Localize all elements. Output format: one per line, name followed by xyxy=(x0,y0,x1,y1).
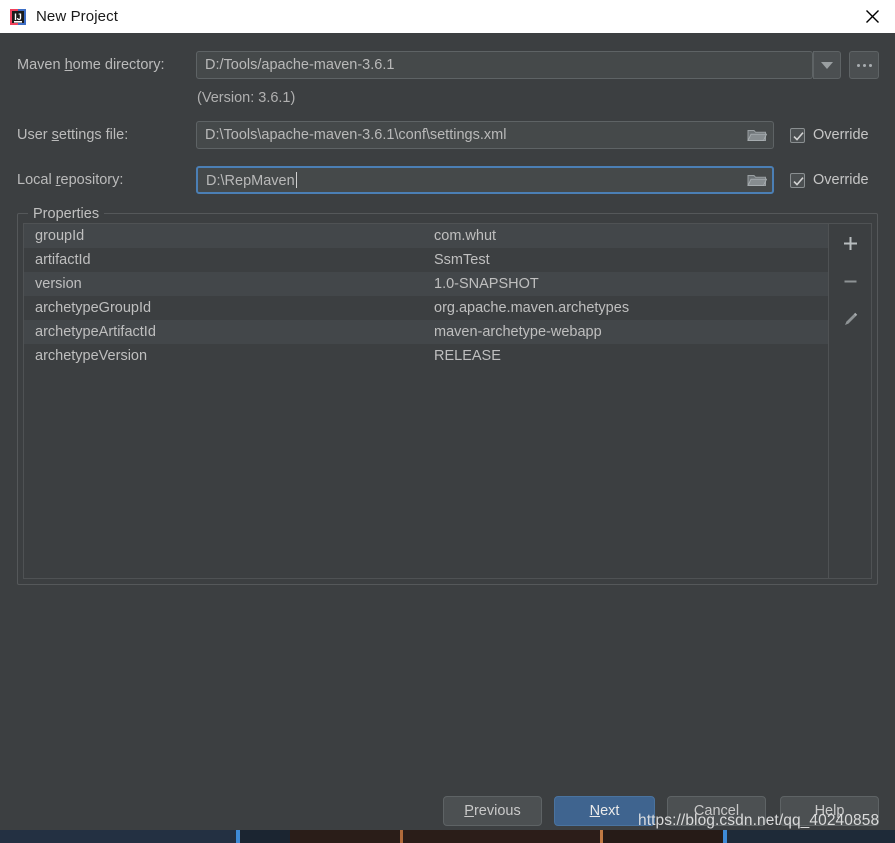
local-repository-label-row: Local repository: xyxy=(17,166,123,194)
property-key: archetypeArtifactId xyxy=(35,324,156,340)
dot-2 xyxy=(862,63,866,67)
property-value: 1.0-SNAPSHOT xyxy=(434,276,539,292)
new-project-dialog-window: IJ New Project Maven home directory: D:/… xyxy=(0,0,895,843)
user-settings-label: User settings file: xyxy=(17,127,129,143)
window-title: New Project xyxy=(36,8,118,25)
folder-icon[interactable] xyxy=(746,126,768,144)
maven-home-browse-button[interactable] xyxy=(849,51,879,79)
taskbar-segment xyxy=(470,830,600,843)
taskbar-segment xyxy=(240,830,290,843)
chevron-down-icon xyxy=(821,61,833,69)
properties-table[interactable]: groupId com.whut artifactId SsmTest version 1… xyxy=(24,224,828,578)
property-key: version xyxy=(35,276,82,292)
watermark-url: https://blog.csdn.net/qq_40240858 xyxy=(638,812,880,829)
property-key: archetypeGroupId xyxy=(35,300,152,316)
pencil-icon[interactable] xyxy=(837,306,863,332)
property-value: maven-archetype-webapp xyxy=(434,324,602,340)
dot-1 xyxy=(856,63,860,67)
taskbar-segment xyxy=(603,830,723,843)
user-settings-override-checkbox-wrap[interactable]: Override xyxy=(790,127,869,143)
local-repository-override-checkbox[interactable] xyxy=(790,172,805,188)
properties-group-title: Properties xyxy=(28,206,105,222)
property-value: SsmTest xyxy=(434,252,490,268)
table-row[interactable]: archetypeArtifactId maven-archetype-webap… xyxy=(24,320,828,344)
folder-icon[interactable] xyxy=(746,171,768,189)
close-icon[interactable] xyxy=(849,0,895,33)
local-repository-label: Local repository: xyxy=(17,172,124,188)
property-value: com.whut xyxy=(434,228,497,244)
plus-icon[interactable] xyxy=(837,230,863,256)
user-settings-input[interactable]: D:\Tools\apache-maven-3.6.1\conf\setting… xyxy=(196,121,774,149)
user-settings-override-checkbox[interactable] xyxy=(790,127,805,143)
properties-table-container: groupId com.whut artifactId SsmTest version 1… xyxy=(23,223,872,579)
local-repository-override-checkbox-wrap[interactable]: Override xyxy=(790,172,869,188)
text-caret xyxy=(295,171,297,188)
local-repository-value: D:\RepMaven xyxy=(206,171,297,189)
dot-3 xyxy=(868,63,872,67)
maven-home-label: Maven home directory: xyxy=(17,57,165,73)
maven-home-dropdown-button[interactable] xyxy=(813,51,841,79)
table-row[interactable]: version 1.0-SNAPSHOT xyxy=(24,272,828,296)
properties-toolbar xyxy=(828,224,871,578)
intellij-idea-icon: IJ xyxy=(9,8,27,26)
table-row[interactable]: archetypeVersion RELEASE xyxy=(24,344,828,368)
taskbar-sliver xyxy=(0,830,895,843)
user-settings-label-row: User settings file: xyxy=(17,121,128,149)
table-row[interactable]: groupId com.whut xyxy=(24,224,828,248)
table-row[interactable]: artifactId SsmTest xyxy=(24,248,828,272)
property-key: groupId xyxy=(35,228,85,244)
maven-home-value: D:/Tools/apache-maven-3.6.1 xyxy=(205,57,395,73)
taskbar-segment xyxy=(727,830,895,843)
svg-text:IJ: IJ xyxy=(14,12,22,22)
property-key: artifactId xyxy=(35,252,91,268)
title-bar: IJ New Project xyxy=(0,0,895,33)
property-value: RELEASE xyxy=(434,348,501,364)
local-repository-override-label: Override xyxy=(813,172,869,188)
maven-home-label-row: Maven home directory: xyxy=(17,51,165,79)
user-settings-override-label: Override xyxy=(813,127,869,143)
maven-home-input[interactable]: D:/Tools/apache-maven-3.6.1 xyxy=(196,51,813,79)
table-row[interactable]: archetypeGroupId org.apache.maven.archety… xyxy=(24,296,828,320)
dialog-content: Maven home directory: D:/Tools/apache-ma… xyxy=(0,33,895,830)
property-value: org.apache.maven.archetypes xyxy=(434,300,630,316)
property-key: archetypeVersion xyxy=(35,348,148,364)
taskbar-segment xyxy=(290,830,470,843)
local-repository-input[interactable]: D:\RepMaven xyxy=(196,166,774,194)
maven-version-note: (Version: 3.6.1) xyxy=(197,90,296,106)
taskbar-segment xyxy=(400,830,403,843)
taskbar-segment xyxy=(0,830,236,843)
user-settings-value: D:\Tools\apache-maven-3.6.1\conf\setting… xyxy=(205,127,507,143)
previous-button[interactable]: Previous xyxy=(443,796,542,826)
minus-icon[interactable] xyxy=(837,268,863,294)
